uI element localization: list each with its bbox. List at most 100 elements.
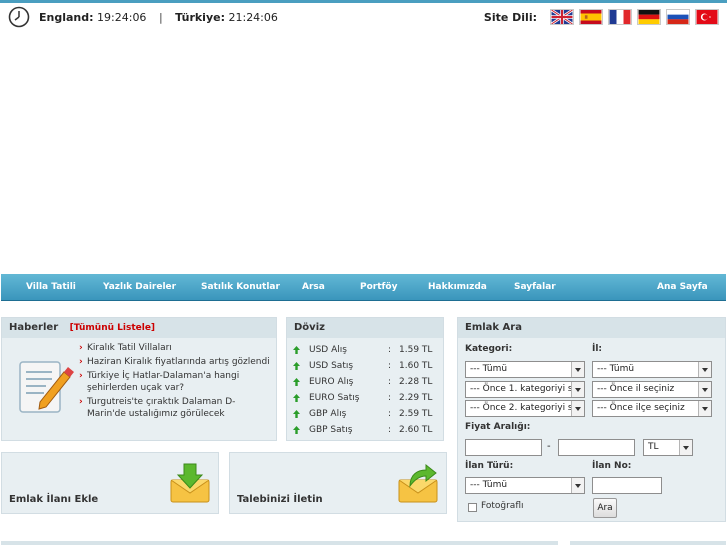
district-select[interactable]: --- Önce il seçiniz — [592, 381, 712, 398]
news-item[interactable]: › Turgutreis'te çıraktık Dalaman D-Marin… — [79, 396, 274, 420]
chevron-down-icon — [571, 478, 584, 493]
listing-type-label: İlan Türü: — [465, 461, 514, 471]
currency-value: 2.29 TL — [399, 393, 433, 403]
price-max-input[interactable] — [558, 439, 635, 456]
price-dash: - — [547, 441, 551, 452]
price-min-input[interactable] — [465, 439, 542, 456]
send-request-box[interactable]: Talebinizi İletin — [229, 452, 447, 514]
arrow-up-icon — [293, 378, 300, 386]
currency-header: Döviz — [287, 318, 443, 338]
currency-value: 1.60 TL — [399, 361, 433, 371]
language-label: Site Dili: — [483, 10, 537, 24]
clock-separator: | — [158, 10, 163, 24]
currency-value: 2.60 TL — [399, 425, 433, 435]
russia-flag-icon[interactable] — [666, 9, 690, 25]
currency-select-value: TL — [648, 442, 659, 452]
chevron-down-icon — [698, 362, 711, 377]
arrow-right-icon: › — [79, 357, 83, 367]
germany-flag-icon[interactable] — [637, 9, 661, 25]
subcategory2-select[interactable]: --- Önce 2. kategoriyi seç — [465, 400, 585, 417]
news-item-text[interactable]: Kiralık Tatil Villaları — [87, 342, 172, 354]
arrow-up-icon — [293, 410, 300, 418]
news-panel: Haberler [Tümünü Listele] › Kiralık Tati… — [1, 317, 277, 441]
turkiye-time: 21:24:06 — [228, 10, 278, 24]
property-search-panel: Emlak Ara Kategori: İl: --- Tümü --- Tüm… — [457, 317, 726, 522]
category-select-value: --- Tümü — [470, 364, 508, 374]
search-button[interactable]: Ara — [593, 498, 617, 518]
currency-name: USD Satış — [309, 361, 354, 371]
spain-flag-icon[interactable] — [579, 9, 603, 25]
province-label: İl: — [592, 344, 603, 354]
nav-hakkimizda[interactable]: Hakkımızda — [428, 274, 487, 301]
send-request-label[interactable]: Talebinizi İletin — [237, 494, 323, 505]
news-item-text[interactable]: Haziran Kiralık fiyatlarında artış gözle… — [87, 356, 270, 368]
listing-type-select[interactable]: --- Tümü — [465, 477, 585, 494]
currency-row: EURO Satış : 2.29 TL — [293, 390, 443, 406]
currency-row: GBP Alış : 2.59 TL — [293, 406, 443, 422]
nav-sayfalar[interactable]: Sayfalar — [514, 274, 556, 301]
area-select[interactable]: --- Önce ilçe seçiniz — [592, 400, 712, 417]
chevron-down-icon — [571, 362, 584, 377]
add-listing-box[interactable]: Emlak İlanı Ekle — [1, 452, 219, 514]
currency-name: USD Alış — [309, 345, 347, 355]
turkey-flag-icon[interactable] — [695, 9, 719, 25]
news-header: Haberler [Tümünü Listele] — [2, 318, 276, 338]
add-listing-label[interactable]: Emlak İlanı Ekle — [9, 494, 98, 505]
currency-colon: : — [388, 361, 392, 371]
nav-ana-sayfa[interactable]: Ana Sayfa — [657, 274, 708, 301]
currency-name: EURO Alış — [309, 377, 354, 387]
arrow-up-icon — [293, 346, 300, 354]
news-item[interactable]: › Kiralık Tatil Villaları — [79, 342, 274, 354]
currency-row: USD Alış : 1.59 TL — [293, 342, 443, 358]
subcategory1-select-value: --- Önce 1. kategoriyi seç — [470, 384, 584, 394]
currency-value: 2.59 TL — [399, 409, 433, 419]
arrow-up-icon — [293, 394, 300, 402]
currency-name: GBP Alış — [309, 409, 347, 419]
news-item[interactable]: › Haziran Kiralık fiyatlarında artış göz… — [79, 356, 274, 368]
province-select[interactable]: --- Tümü — [592, 361, 712, 378]
news-item[interactable]: › Türkiye İç Hatlar-Dalaman'a hangi şehi… — [79, 370, 274, 394]
turkiye-label: Türkiye: — [175, 10, 225, 24]
news-item-text[interactable]: Türkiye İç Hatlar-Dalaman'a hangi şehirl… — [87, 370, 274, 394]
listing-no-input[interactable] — [592, 477, 662, 494]
currency-select[interactable]: TL — [643, 439, 693, 456]
price-range-label: Fiyat Aralığı: — [465, 422, 531, 432]
news-item-text[interactable]: Turgutreis'te çıraktık Dalaman D-Marin'd… — [87, 396, 274, 420]
currency-name: EURO Satış — [309, 393, 360, 403]
main-navigation: Villa Tatili Yazlık Daireler Satılık Kon… — [1, 274, 726, 301]
uk-flag-icon[interactable] — [550, 9, 574, 25]
currency-colon: : — [388, 393, 392, 403]
currency-row: USD Satış : 1.60 TL — [293, 358, 443, 374]
news-list: › Kiralık Tatil Villaları › Haziran Kira… — [79, 342, 274, 422]
currency-row: GBP Satış : 2.60 TL — [293, 422, 443, 438]
arrow-right-icon: › — [79, 371, 83, 381]
news-title: Haberler — [9, 322, 59, 333]
england-time: 19:24:06 — [97, 10, 147, 24]
nav-villa-tatili[interactable]: Villa Tatili — [26, 274, 76, 301]
arrow-up-icon — [293, 426, 300, 434]
nav-portfoy[interactable]: Portföy — [360, 274, 398, 301]
currency-title: Döviz — [294, 322, 325, 333]
france-flag-icon[interactable] — [608, 9, 632, 25]
chevron-down-icon — [679, 440, 692, 455]
envelope-send-icon — [398, 463, 438, 503]
nav-arsa[interactable]: Arsa — [302, 274, 325, 301]
arrow-right-icon: › — [79, 397, 83, 407]
currency-name: GBP Satış — [309, 425, 353, 435]
listing-type-select-value: --- Tümü — [470, 480, 508, 490]
nav-yazlik-daireler[interactable]: Yazlık Daireler — [103, 274, 176, 301]
category-select[interactable]: --- Tümü — [465, 361, 585, 378]
chevron-down-icon — [571, 401, 584, 416]
news-list-all-link[interactable]: [Tümünü Listele] — [70, 323, 155, 333]
currency-table: USD Alış : 1.59 TL USD Satış : 1.60 TL E… — [293, 342, 443, 438]
province-select-value: --- Tümü — [597, 364, 635, 374]
currency-colon: : — [388, 377, 392, 387]
currency-colon: : — [388, 345, 392, 355]
subcategory1-select[interactable]: --- Önce 1. kategoriyi seç — [465, 381, 585, 398]
category-label: Kategori: — [465, 344, 513, 354]
clock-bar: England: 19:24:06 | Türkiye: 21:24:06 — [8, 6, 278, 28]
photo-checkbox[interactable] — [468, 503, 477, 512]
currency-value: 1.59 TL — [399, 345, 433, 355]
chevron-down-icon — [698, 382, 711, 397]
nav-satilik-konutlar[interactable]: Satılık Konutlar — [201, 274, 280, 301]
